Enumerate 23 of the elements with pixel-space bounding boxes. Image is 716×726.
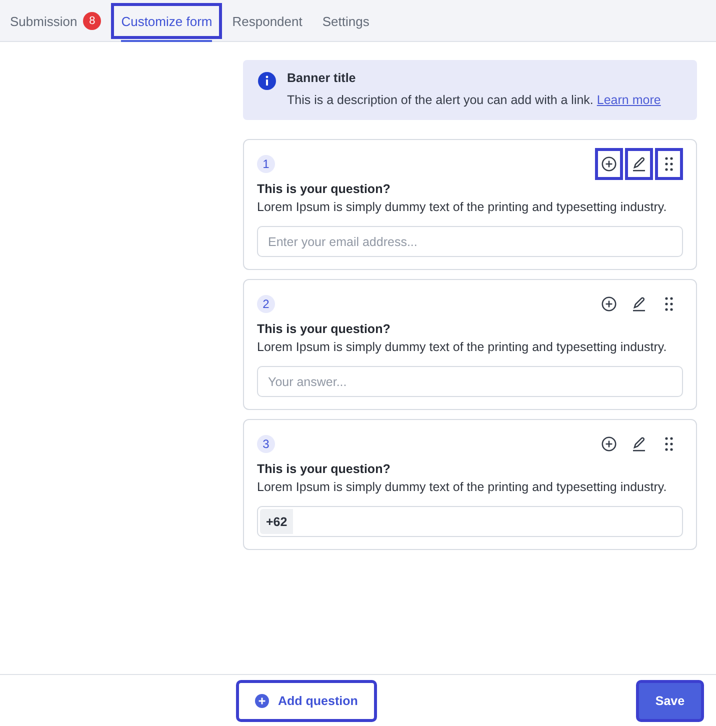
count-badge: 8 — [83, 12, 102, 30]
answer-field[interactable]: Enter your email address... — [257, 226, 683, 257]
tab[interactable]: Customize form — [111, 3, 222, 39]
question-description: Lorem Ipsum is simply dummy text of the printing and typesetting industry. — [257, 480, 668, 494]
question-title: This is your question? — [257, 182, 392, 196]
question-number: 2 — [257, 295, 275, 313]
question-number: 3 — [257, 435, 275, 453]
tab[interactable]: Submission 8 — [0, 3, 112, 39]
save-button[interactable]: Save — [638, 682, 702, 720]
answer-field[interactable]: Your answer... — [257, 366, 683, 397]
tab[interactable]: Settings — [312, 3, 380, 39]
add-question-button[interactable]: Add question — [238, 682, 375, 720]
banner-title: Banner title — [287, 71, 357, 85]
question-title: This is your question? — [257, 462, 392, 476]
question-description: Lorem Ipsum is simply dummy text of the printing and typesetting industry. — [257, 340, 668, 354]
question-title: This is your question? — [257, 322, 392, 336]
tab[interactable]: Respondent — [222, 3, 312, 39]
phone-field[interactable]: +62 — [257, 506, 683, 537]
country-code-prefix: +62 — [260, 509, 294, 534]
learn-more-link[interactable]: Learn more — [596, 93, 661, 107]
question-number: 1 — [257, 155, 275, 173]
banner-description: This is a description of the alert you can add with a link. Learn more — [287, 93, 661, 107]
question-description: Lorem Ipsum is simply dummy text of the printing and typesetting industry. — [257, 200, 668, 214]
